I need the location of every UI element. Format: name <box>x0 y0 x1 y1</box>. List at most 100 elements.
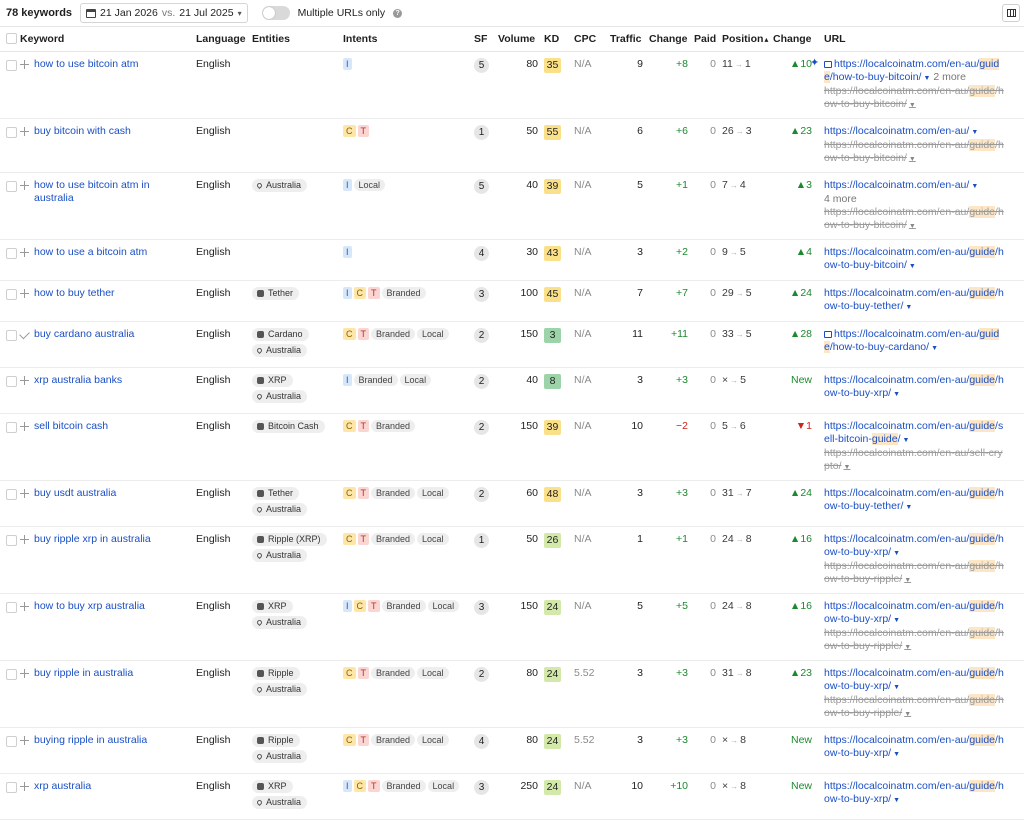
row-select[interactable] <box>0 480 20 527</box>
row-select[interactable] <box>0 172 20 240</box>
previous-url-link[interactable]: https://localcoinatm.com/en-au/guide/h <box>824 560 1024 573</box>
url-link[interactable]: https://localcoinatm.com/en-au/guide/h <box>824 667 1024 680</box>
previous-url-link[interactable]: pto/▼ <box>824 460 1024 474</box>
columns-button[interactable] <box>1002 4 1020 22</box>
add-keyword-icon[interactable] <box>20 535 29 544</box>
add-keyword-icon[interactable] <box>20 602 29 611</box>
add-keyword-icon[interactable] <box>20 248 29 257</box>
serp-features-badge[interactable]: 1 <box>474 533 489 548</box>
multiple-urls-toggle[interactable] <box>261 6 290 20</box>
serp-features-badge[interactable]: 3 <box>474 780 489 795</box>
chevron-down-icon[interactable]: ▼ <box>893 751 900 758</box>
add-keyword-icon[interactable] <box>20 376 29 385</box>
row-checkbox[interactable] <box>6 60 17 71</box>
url-link[interactable]: e/how-to-buy-bitcoin/▼ 2 more <box>824 71 1024 85</box>
url-link[interactable]: https://localcoinatm.com/en-au/guide/s <box>824 420 1024 433</box>
serp-features-badge[interactable]: 5 <box>474 179 489 194</box>
row-checkbox[interactable] <box>6 489 17 500</box>
col-volume[interactable]: Volume <box>498 27 544 52</box>
row-select[interactable] <box>0 239 20 281</box>
row-action[interactable] <box>20 118 34 173</box>
serp-features-badge[interactable]: 4 <box>474 734 489 749</box>
keyword-link[interactable]: how to buy xrp australia <box>34 600 145 612</box>
keyword-link[interactable]: xrp australia banks <box>34 374 122 386</box>
url-link[interactable]: https://localcoinatm.com/en-au/guid <box>824 58 1024 71</box>
url-link[interactable]: ell-bitcoin-guide/▼ <box>824 433 1024 447</box>
col-sf[interactable]: SF <box>474 27 498 52</box>
url-link[interactable]: https://localcoinatm.com/en-au/guide/h <box>824 246 1024 259</box>
previous-url-link[interactable]: ow-to-buy-ripple/▼ <box>824 573 1024 587</box>
row-action[interactable] <box>19 321 34 368</box>
row-checkbox[interactable] <box>6 181 17 192</box>
url-link[interactable]: ow-to-buy-bitcoin/▼ <box>824 259 1024 273</box>
url-link[interactable]: ow-to-buy-xrp/▼ <box>824 793 1024 807</box>
url-link[interactable]: ow-to-buy-xrp/▼ <box>824 387 1024 401</box>
serp-features-badge[interactable]: 1 <box>474 125 489 140</box>
col-change[interactable]: Change <box>649 27 694 52</box>
url-link[interactable]: ow-to-buy-xrp/▼ <box>824 613 1024 627</box>
col-position-change[interactable]: Change <box>773 27 818 52</box>
more-urls-link[interactable]: 2 more <box>933 71 966 83</box>
chevron-down-icon[interactable]: ▼ <box>971 183 978 190</box>
help-icon[interactable]: ? <box>393 8 403 18</box>
row-select[interactable] <box>0 593 20 661</box>
previous-url-link[interactable]: https://localcoinatm.com/en-au/guide/h <box>824 694 1024 707</box>
col-url[interactable]: URL <box>818 27 1024 52</box>
chevron-down-icon[interactable]: ▼ <box>909 263 916 270</box>
row-action[interactable] <box>20 239 34 281</box>
keyword-link[interactable]: how to buy tether <box>34 287 115 299</box>
serp-features-badge[interactable]: 3 <box>474 600 489 615</box>
keyword-link[interactable]: buy bitcoin with cash <box>34 125 131 137</box>
row-action[interactable] <box>20 773 34 820</box>
select-all-header[interactable] <box>0 27 20 52</box>
previous-url-link[interactable]: https://localcoinatm.com/en-au/sell-cry <box>824 447 1024 460</box>
keyword-link[interactable]: sell bitcoin cash <box>34 420 108 432</box>
chevron-down-icon[interactable]: ▼ <box>923 75 930 82</box>
col-traffic[interactable]: Traffic <box>610 27 649 52</box>
previous-url-link[interactable]: ow-to-buy-ripple/▼ <box>824 707 1024 721</box>
chevron-down-icon[interactable]: ▼ <box>844 464 851 471</box>
url-link[interactable]: https://localcoinatm.com/en-au/guide/h <box>824 734 1024 747</box>
chevron-down-icon[interactable]: ▼ <box>893 617 900 624</box>
url-link[interactable]: ow-to-buy-xrp/▼ <box>824 546 1024 560</box>
url-link[interactable]: https://localcoinatm.com/en-au/▼ <box>824 125 1024 139</box>
url-link[interactable]: https://localcoinatm.com/en-au/guide/h <box>824 287 1024 300</box>
row-action[interactable] <box>20 280 34 322</box>
previous-url-link[interactable]: ow-to-buy-bitcoin/▼ <box>824 152 1024 166</box>
chevron-down-icon[interactable]: ▼ <box>893 797 900 804</box>
row-select[interactable] <box>0 51 20 119</box>
add-keyword-icon[interactable] <box>20 422 29 431</box>
keyword-link[interactable]: how to use bitcoin atm in australia <box>34 179 150 204</box>
row-checkbox[interactable] <box>6 782 17 793</box>
serp-features-badge[interactable]: 3 <box>474 287 489 302</box>
more-urls-link[interactable]: 4 more <box>824 193 1024 206</box>
url-link[interactable]: ow-to-buy-tether/▼ <box>824 300 1024 314</box>
row-action[interactable] <box>20 660 34 728</box>
keyword-link[interactable]: buy ripple xrp in australia <box>34 533 151 545</box>
chevron-down-icon[interactable]: ▼ <box>909 223 916 230</box>
url-link[interactable]: https://localcoinatm.com/en-au/guide/h <box>824 600 1024 613</box>
previous-url-link[interactable]: https://localcoinatm.com/en-au/guide/h <box>824 627 1024 640</box>
col-language[interactable]: Language <box>196 27 252 52</box>
row-action[interactable] <box>20 593 34 661</box>
keyword-link[interactable]: buy ripple in australia <box>34 667 133 679</box>
url-link[interactable]: https://localcoinatm.com/en-au/guid <box>824 328 1024 341</box>
row-checkbox[interactable] <box>6 535 17 546</box>
url-link[interactable]: https://localcoinatm.com/en-au/guide/h <box>824 780 1024 793</box>
url-link[interactable]: ow-to-buy-xrp/▼ <box>824 680 1024 694</box>
serp-features-badge[interactable]: 2 <box>474 420 489 435</box>
url-link[interactable]: https://localcoinatm.com/en-au/▼ <box>824 179 1024 193</box>
keyword-link[interactable]: how to use bitcoin atm <box>34 58 138 70</box>
row-select[interactable] <box>0 660 20 728</box>
keyword-link[interactable]: how to use a bitcoin atm <box>34 246 147 258</box>
row-checkbox[interactable] <box>6 602 17 613</box>
row-select[interactable] <box>0 526 20 594</box>
url-link[interactable]: https://localcoinatm.com/en-au/guide/h <box>824 533 1024 546</box>
add-keyword-icon[interactable] <box>20 127 29 136</box>
url-link[interactable]: e/how-to-buy-cardano/▼ <box>824 341 1024 355</box>
col-intents[interactable]: Intents <box>343 27 474 52</box>
row-checkbox[interactable] <box>6 289 17 300</box>
serp-features-badge[interactable]: 2 <box>474 487 489 502</box>
keyword-link[interactable]: buy cardano australia <box>34 328 134 340</box>
row-select[interactable] <box>0 413 20 481</box>
